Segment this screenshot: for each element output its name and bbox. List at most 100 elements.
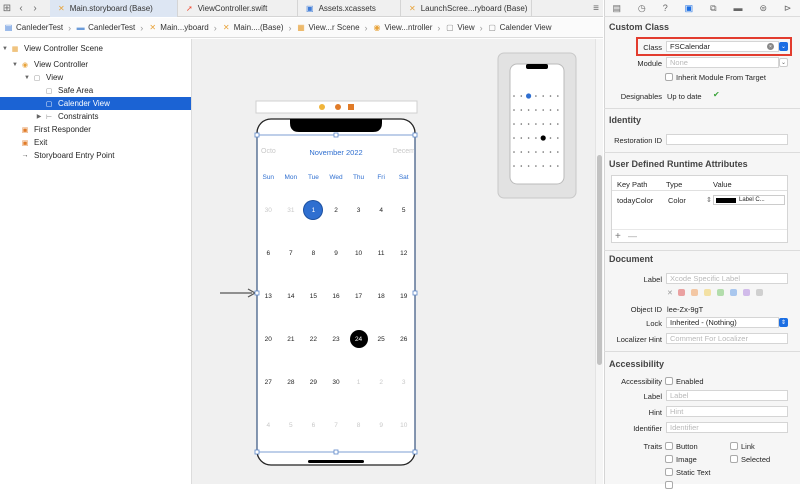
jumpbar-viewcontroller[interactable]: ◉ View...ntroller › [373, 23, 446, 33]
label-color-swatch[interactable] [730, 289, 737, 296]
outline-constraints[interactable]: ▶ ⊢ Constraints [0, 110, 191, 123]
no-color-icon[interactable]: ✕ [667, 289, 673, 297]
tab-main-storyboard[interactable]: ✕ Main.storyboard (Base) [50, 0, 178, 17]
udra-remove-button[interactable]: — [628, 231, 637, 241]
calendar-day[interactable]: 13 [259, 287, 277, 305]
calendar-day[interactable]: 6 [304, 416, 322, 434]
label-color-swatch[interactable] [704, 289, 711, 296]
help-icon[interactable]: ? [663, 3, 668, 13]
disclosure-right-icon[interactable]: ▶ [34, 113, 44, 120]
disclosure-down-icon[interactable]: ▼ [10, 62, 20, 68]
calendar-day[interactable]: 6 [259, 244, 277, 262]
calendar-day[interactable]: 20 [259, 330, 277, 348]
file-inspector-icon[interactable]: ▤ [612, 3, 621, 14]
calendar-day[interactable]: 22 [304, 330, 322, 348]
calendar-day[interactable]: 15 [304, 287, 322, 305]
calendar-day[interactable]: 29 [304, 373, 322, 391]
lock-dropdown-icon[interactable]: ⇕ [779, 318, 788, 327]
size-inspector-icon[interactable]: ▬ [734, 3, 743, 13]
label-color-swatch[interactable] [717, 289, 724, 296]
udra-type-stepper-icon[interactable]: ⇕ [706, 196, 712, 204]
calendar-day[interactable]: 2 [372, 373, 390, 391]
tab-assets[interactable]: ▣ Assets.xcassets [298, 0, 401, 17]
udra-add-button[interactable]: + [615, 231, 621, 242]
label-color-swatch[interactable] [756, 289, 763, 296]
acc-label-field[interactable]: Label [666, 390, 788, 401]
lock-select[interactable]: Inherited - (Nothing) [666, 317, 779, 328]
calendar-day[interactable]: 4 [372, 201, 390, 219]
calendar-day[interactable]: 31 [282, 201, 300, 219]
trait-selected-checkbox[interactable] [730, 455, 738, 463]
udra-row-type[interactable]: Color [668, 196, 686, 205]
calendar-day[interactable]: 5 [395, 201, 413, 219]
disclosure-down-icon[interactable]: ▼ [0, 46, 10, 52]
outline-calender-view[interactable]: ▢ Calender View [0, 97, 191, 110]
calendar-day[interactable]: 1 [304, 201, 323, 219]
calendar-day[interactable]: 30 [327, 373, 345, 391]
calendar-day[interactable]: 23 [327, 330, 345, 348]
calendar-day[interactable]: 7 [327, 416, 345, 434]
calendar-day[interactable]: 21 [282, 330, 300, 348]
label-color-swatch[interactable] [743, 289, 750, 296]
calendar-day[interactable]: 28 [282, 373, 300, 391]
attributes-inspector-icon[interactable]: ⧉ [710, 3, 716, 14]
calendar-day[interactable]: 26 [395, 330, 413, 348]
trait-static-text-checkbox[interactable] [665, 468, 673, 476]
localizer-hint-field[interactable]: Comment For Localizer [666, 333, 788, 344]
jumpbar-folder[interactable]: ▬ CanlederTest › [76, 23, 148, 33]
calendar-day[interactable]: 1 [350, 373, 368, 391]
calendar-day[interactable]: 3 [395, 373, 413, 391]
calendar-day[interactable]: 7 [282, 244, 300, 262]
jumpbar-storyboard-base[interactable]: ✕ Main....(Base) › [222, 23, 297, 33]
calendar-day[interactable]: 24 [349, 330, 368, 348]
viewcontroller-dock-icon[interactable] [319, 104, 325, 110]
storyboard-canvas[interactable]: Octo November 2022 Decem Sun Mon Tue Wed Thu… [192, 39, 595, 484]
calendar-day[interactable]: 14 [282, 287, 300, 305]
jumpbar-scene[interactable]: ▦ View...r Scene › [297, 23, 373, 33]
tab-viewcontroller-swift[interactable]: ➚ ViewController.swift [178, 0, 298, 17]
calendar-day[interactable]: 3 [350, 201, 368, 219]
outline-entry-point[interactable]: → Storyboard Entry Point [0, 149, 191, 162]
outline-exit[interactable]: ▣ Exit [0, 136, 191, 149]
udra-row-keypath[interactable]: todayColor [617, 196, 653, 205]
calendar-day[interactable]: 27 [259, 373, 277, 391]
calendar-day[interactable]: 11 [372, 244, 390, 262]
label-color-swatch[interactable] [691, 289, 698, 296]
module-dropdown-icon[interactable]: ⌄ [779, 58, 788, 67]
calendar-day[interactable]: 8 [350, 416, 368, 434]
calendar-day[interactable]: 4 [259, 416, 277, 434]
jumpbar-storyboard[interactable]: ✕ Main...yboard › [148, 23, 221, 33]
effects-inspector-icon[interactable]: ⊳ [784, 3, 792, 14]
hint-field[interactable]: Hint [666, 406, 788, 417]
forward-arrow-icon[interactable]: › [28, 1, 42, 15]
calendar-day[interactable]: 16 [327, 287, 345, 305]
calendar-day[interactable]: 12 [395, 244, 413, 262]
calendar-day[interactable]: 9 [327, 244, 345, 262]
split-editor-icon[interactable]: ≡ [589, 1, 603, 15]
jumpbar-project[interactable]: ▤ CanlederTest › [4, 23, 76, 33]
calendar-day[interactable]: 10 [395, 416, 413, 434]
calender-view[interactable]: Octo November 2022 Decem Sun Mon Tue Wed Thu… [257, 135, 415, 452]
jumpbar-view[interactable]: ▢ View › [445, 23, 487, 33]
label-color-swatch[interactable] [678, 289, 685, 296]
doc-label-field[interactable]: Xcode Specific Label [666, 273, 788, 284]
outline-safe-area[interactable]: ▢ Safe Area [0, 84, 191, 97]
identity-inspector-icon[interactable]: ▣ [685, 3, 694, 14]
history-icon[interactable]: ◷ [638, 3, 646, 14]
first-responder-dock-icon[interactable] [335, 104, 341, 110]
calendar-day[interactable]: 18 [372, 287, 390, 305]
tab-launchscreen[interactable]: ✕ LaunchScree...ryboard (Base) [401, 0, 532, 17]
calendar-day[interactable]: 10 [350, 244, 368, 262]
grid-icon[interactable]: ⊞ [0, 1, 14, 15]
restoration-id-field[interactable] [666, 134, 788, 145]
next-month-label[interactable]: Decem [393, 148, 415, 155]
calendar-day[interactable]: 2 [327, 201, 345, 219]
trait-link-checkbox[interactable] [730, 442, 738, 450]
outline-scene[interactable]: ▼ ▦ View Controller Scene [0, 42, 191, 55]
disclosure-down-icon[interactable]: ▼ [22, 75, 32, 81]
connections-inspector-icon[interactable]: ⊜ [759, 3, 767, 14]
inherit-module-checkbox[interactable] [665, 73, 673, 81]
calendar-day[interactable]: 19 [395, 287, 413, 305]
trait-image-checkbox[interactable] [665, 455, 673, 463]
calendar-day[interactable]: 17 [350, 287, 368, 305]
